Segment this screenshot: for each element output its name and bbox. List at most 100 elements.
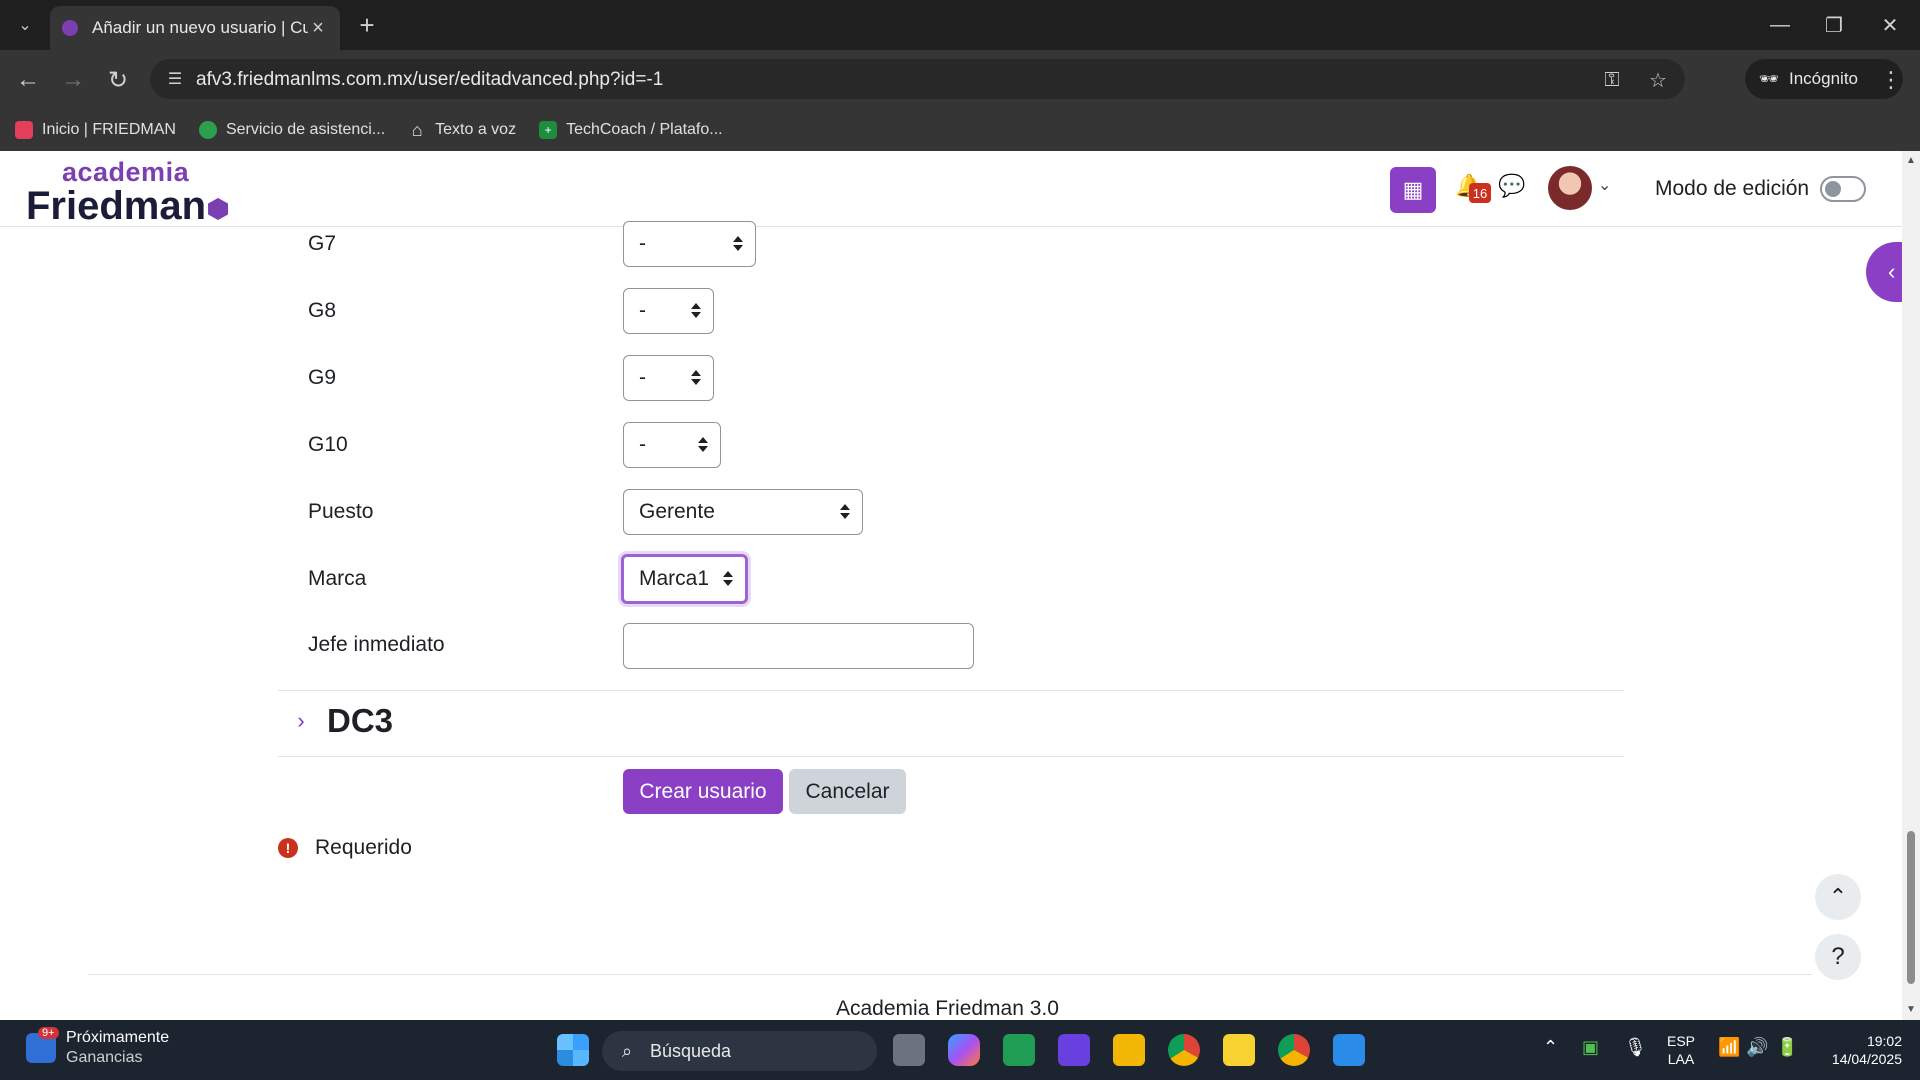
widgets-badge: 9+ [38,1027,59,1039]
academia-friedman-logo[interactable]: academia Friedman [26,159,229,227]
volume-icon[interactable]: 🔊 [1746,1037,1768,1058]
headset-favicon-icon [198,121,217,139]
user-avatar[interactable] [1548,166,1592,210]
bookmark-star-icon[interactable]: ☆ [1645,67,1671,93]
footer-text: Academia Friedman 3.0 [836,997,1059,1020]
back-to-top-chevron-up-icon[interactable]: ⌃ [1815,874,1861,920]
photos-app-icon[interactable] [1333,1034,1365,1066]
input-language-indicator[interactable]: ESP LAA [1667,1032,1695,1068]
dc3-section-title[interactable]: DC3 [327,702,393,740]
url-text[interactable]: afv3.friedmanlms.com.mx/user/editadvance… [196,69,663,91]
browser-tab-bar: ⌄ Añadir un nuevo usuario | Cuenta × + —… [0,0,1920,50]
g7-select[interactable]: - [623,221,756,267]
taskbar-search[interactable]: ⌕ Búsqueda [602,1031,877,1071]
help-question-icon[interactable]: ? [1815,934,1861,980]
edit-mode-label: Modo de edición [1655,177,1810,200]
bookmark-label: Inicio | FRIEDMAN [42,121,176,138]
bookmark-item[interactable]: ⌂ Texto a voz [408,119,517,140]
sticky-notes-icon[interactable] [1223,1034,1255,1066]
g7-select-value: - [639,232,646,255]
select-arrows-icon [698,434,708,456]
field-label-g7: G7 [308,232,337,255]
chrome-icon[interactable] [1168,1034,1200,1066]
techcoach-favicon-icon: + [539,121,558,139]
chevron-right-icon[interactable]: › [286,706,316,736]
field-label-jefe-inmediato: Jefe inmediato [308,633,445,656]
back-arrow-icon[interactable]: ← [10,62,46,98]
cancel-button[interactable]: Cancelar [789,769,906,814]
power-automate-icon[interactable] [1058,1034,1090,1066]
battery-icon[interactable]: 🔋 [1776,1037,1798,1058]
logo-hexagon-icon [208,198,229,220]
select-arrows-icon [691,367,701,389]
edit-mode-toggle[interactable] [1820,176,1866,202]
widgets-button[interactable]: 9+ Próximamente Ganancias [26,1027,169,1068]
home-favicon-icon: ⌂ [411,119,423,140]
page-scrollbar[interactable]: ▲ ▼ [1902,151,1920,1020]
marca-select[interactable]: Marca1 [621,554,748,604]
browser-menu-icon[interactable]: ⋮ [1876,62,1906,98]
copilot-icon[interactable] [948,1034,980,1066]
scrollbar-thumb[interactable] [1907,831,1915,984]
browser-tab[interactable]: Añadir un nuevo usuario | Cuenta × [50,6,340,50]
widgets-icon: 9+ [26,1027,59,1063]
g10-select-value: - [639,433,646,456]
bookmark-item[interactable]: Inicio | FRIEDMAN [15,121,176,139]
tab-title: Añadir un nuevo usuario | Cuenta [92,18,308,37]
clock-date: 14/04/2025 [1831,1051,1902,1067]
bookmark-item[interactable]: + TechCoach / Platafo... [539,121,723,139]
footer-divider [88,974,1812,975]
windows-start-icon[interactable] [557,1034,589,1066]
g8-select[interactable]: - [623,288,714,334]
forward-arrow-icon[interactable]: → [55,62,91,98]
field-label-g10: G10 [308,433,348,456]
puesto-select[interactable]: Gerente [623,489,863,535]
lang-layout: LAA [1667,1051,1695,1067]
bookmark-label: Texto a voz [435,121,517,138]
friedman-favicon-icon [15,121,33,139]
chrome-incognito-icon[interactable] [1278,1034,1310,1066]
chevron-down-icon[interactable]: ⌄ [1598,175,1611,195]
taskbar-search-placeholder: Búsqueda [650,1040,732,1061]
incognito-icon: 🕶 [1758,71,1780,88]
show-hidden-icons-chevron-up-icon[interactable]: ⌃ [1543,1037,1558,1058]
tab-search-icon[interactable]: ⌄ [10,10,40,40]
required-legend: Requerido [315,836,412,859]
g10-select[interactable]: - [623,422,721,468]
scroll-down-arrow-icon[interactable]: ▼ [1906,1004,1916,1015]
close-window-icon[interactable]: ✕ [1870,8,1910,42]
windows-taskbar: 9+ Próximamente Ganancias ⌕ Búsqueda ⌃ ▣… [0,1020,1920,1080]
clock-time: 19:02 [1866,1033,1902,1049]
create-user-button[interactable]: Crear usuario [623,769,783,814]
site-info-icon[interactable]: ☰ [164,68,186,90]
g8-select-value: - [639,299,646,322]
tray-app-icon[interactable]: ▣ [1582,1037,1599,1058]
apps-grid-icon[interactable]: ▦ [1390,167,1436,213]
scroll-up-arrow-icon[interactable]: ▲ [1906,155,1916,166]
select-arrows-icon [733,233,743,255]
address-bar[interactable]: ☰ afv3.friedmanlms.com.mx/user/editadvan… [150,59,1685,99]
minimize-window-icon[interactable]: — [1760,8,1800,42]
reload-icon[interactable]: ↻ [100,62,136,98]
g9-select[interactable]: - [623,355,714,401]
site-header: academia Friedman ▦ 🔔 16 💬 ⌄ Modo de edi… [0,151,1902,227]
section-divider [278,756,1624,757]
toggle-knob [1825,181,1841,197]
chat-app-icon[interactable] [1003,1034,1035,1066]
task-view-icon[interactable] [893,1034,925,1066]
new-tab-plus-icon[interactable]: + [352,10,382,40]
microphone-icon[interactable]: 🎙 [1624,1037,1647,1058]
file-explorer-icon[interactable] [1113,1034,1145,1066]
password-key-icon[interactable]: ⚿ [1599,67,1625,93]
bookmark-item[interactable]: Servicio de asistenci... [198,121,385,139]
puesto-select-value: Gerente [639,500,715,523]
close-tab-icon[interactable]: × [308,17,328,40]
restore-window-icon[interactable]: ❐ [1814,8,1854,42]
section-divider [278,690,1624,691]
lang-code: ESP [1667,1033,1696,1049]
messages-chat-icon[interactable]: 💬 [1498,173,1528,203]
jefe-inmediato-input[interactable] [623,623,974,669]
wifi-icon[interactable]: 📶 [1718,1037,1740,1058]
system-clock[interactable]: 19:02 14/04/2025 [1818,1032,1902,1068]
field-label-marca: Marca [308,567,367,590]
